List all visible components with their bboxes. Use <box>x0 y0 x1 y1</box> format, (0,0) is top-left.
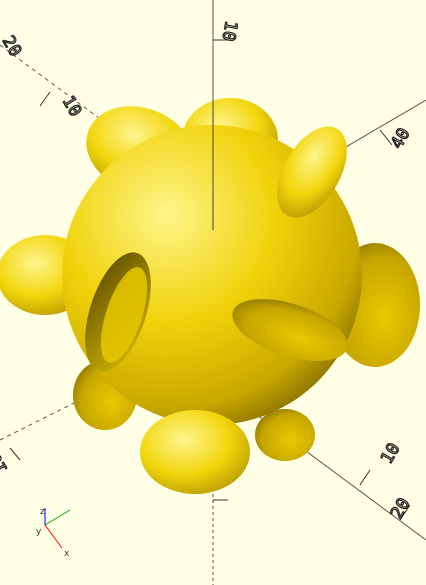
bump-bottom[interactable] <box>140 410 250 494</box>
tick-label: 10 <box>377 440 405 468</box>
indicator-y-line <box>44 509 71 526</box>
tick-label: 10 <box>0 450 12 478</box>
indicator-x-label: x <box>64 549 70 559</box>
tick-label: 40 <box>387 125 415 153</box>
scene-canvas[interactable]: 20 10 10 40 10 40 10 20 10 <box>0 0 426 585</box>
axis-tick <box>9 447 21 461</box>
tick-label: 20 <box>0 33 25 61</box>
model-bumpy-sphere[interactable] <box>0 92 420 494</box>
axis-tick <box>39 91 51 107</box>
indicator-y-label: y <box>36 527 42 537</box>
indicator-x-line <box>44 524 63 549</box>
tick-label: 10 <box>218 19 241 43</box>
3d-viewport[interactable]: 20 10 10 40 10 40 10 20 10 <box>0 0 426 585</box>
axis-indicator: z y x <box>36 507 71 559</box>
axis-tick <box>359 469 371 486</box>
bump-lower-right[interactable] <box>255 409 315 461</box>
tick-label: 20 <box>387 495 415 523</box>
indicator-z-label: z <box>40 507 45 517</box>
tick-label: 10 <box>58 93 86 121</box>
